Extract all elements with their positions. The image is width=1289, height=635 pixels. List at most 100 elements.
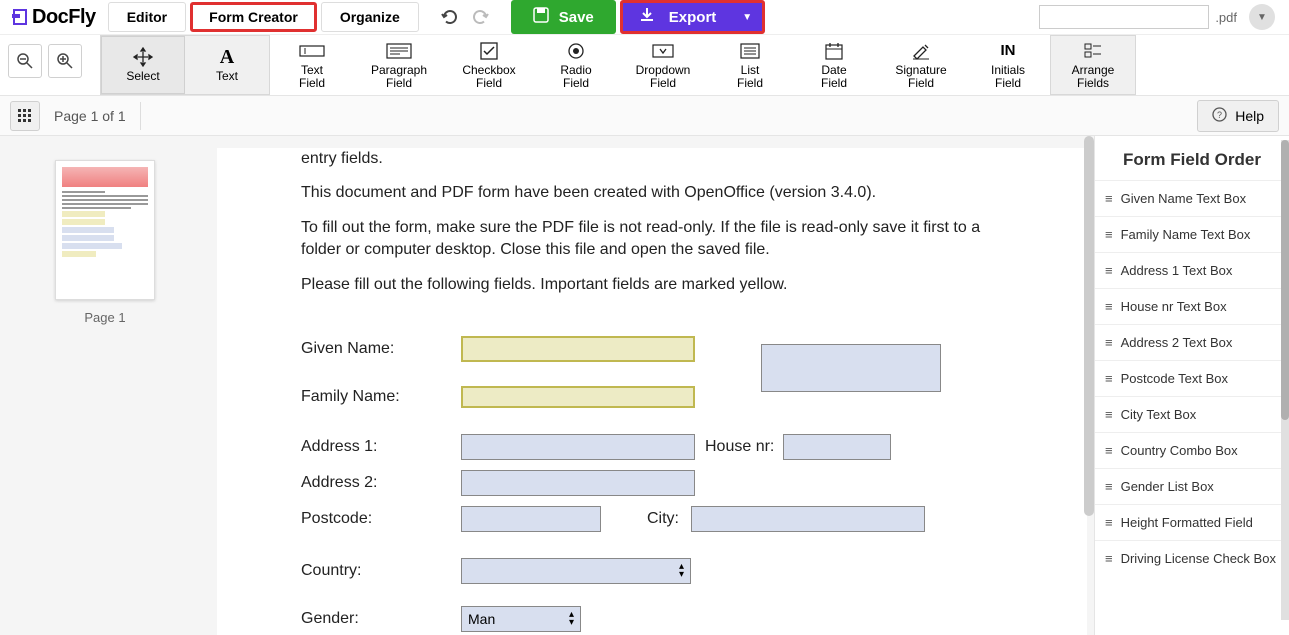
text-icon: A (220, 46, 234, 68)
thumbnail-label: Page 1 (84, 310, 125, 325)
field-order-item[interactable]: ≡Address 2 Text Box (1095, 324, 1289, 360)
field-order-item[interactable]: ≡ Country Combo Box (1095, 432, 1289, 468)
save-button[interactable]: Save (511, 0, 616, 34)
field-label: Address 1: (301, 438, 461, 456)
calendar-icon (825, 40, 843, 62)
export-label: Export (669, 9, 717, 26)
form-field-box[interactable] (761, 344, 941, 392)
zoom-out-button[interactable] (8, 44, 42, 78)
drag-icon: ≡ (1105, 407, 1113, 422)
city-field[interactable] (691, 506, 925, 532)
tool-label: Arrange Fields (1072, 64, 1115, 90)
tool-list-field[interactable]: List Field (708, 35, 792, 95)
given-name-field[interactable] (461, 336, 695, 362)
page-info-bar: Page 1 of 1 ? Help (0, 96, 1289, 136)
tool-text[interactable]: A Text (185, 36, 269, 94)
field-name: City Text Box (1121, 407, 1197, 422)
drag-icon: ≡ (1105, 299, 1113, 314)
field-label: House nr: (705, 438, 783, 456)
tool-initials-field[interactable]: IN Initials Field (966, 35, 1050, 95)
caret-down-icon: ▼ (742, 12, 752, 23)
drag-icon: ≡ (1105, 443, 1113, 458)
doc-text: Please fill out the following fields. Im… (301, 274, 1007, 296)
tool-paragraph-field[interactable]: Paragraph Field (354, 35, 444, 95)
field-label: Family Name: (301, 388, 461, 406)
paragraph-field-icon (386, 40, 412, 62)
help-button[interactable]: ? Help (1197, 100, 1279, 132)
drag-icon: ≡ (1105, 479, 1113, 494)
tab-form-creator[interactable]: Form Creator (190, 2, 317, 32)
save-icon (533, 7, 549, 27)
country-combo[interactable]: ▴▾ (461, 558, 691, 584)
export-button[interactable]: Export ▼ (620, 0, 765, 34)
field-name: Given Name Text Box (1121, 191, 1246, 206)
more-menu-button[interactable]: ▼ (1249, 4, 1275, 30)
document-viewer[interactable]: entry fields. This document and PDF form… (210, 136, 1094, 635)
address2-field[interactable] (461, 470, 695, 496)
tool-arrange-fields[interactable]: Arrange Fields (1051, 36, 1135, 94)
scrollbar[interactable] (1084, 136, 1094, 516)
field-order-item[interactable]: ≡Gender List Box (1095, 468, 1289, 504)
checkbox-icon (480, 40, 498, 62)
tool-signature-field[interactable]: Signature Field (876, 35, 966, 95)
field-order-item[interactable]: ≡Address 1 Text Box (1095, 252, 1289, 288)
field-order-item[interactable]: ≡Height Formatted Field (1095, 504, 1289, 540)
field-order-item[interactable]: ≡ Given Name Text Box (1095, 180, 1289, 216)
zoom-in-button[interactable] (48, 44, 82, 78)
logo-icon (12, 8, 30, 26)
field-order-item[interactable]: ≡ House nr Text Box (1095, 288, 1289, 324)
drag-icon: ≡ (1105, 335, 1113, 350)
tool-label: Signature Field (895, 64, 946, 90)
grid-icon (18, 109, 32, 123)
tools-ribbon: Select A Text Text Field Paragraph Field… (0, 34, 1289, 96)
tool-label: Paragraph Field (371, 64, 427, 90)
form-field-order-panel: Form Field Order ≡ Given Name Text Box ≡F… (1094, 136, 1289, 635)
undo-button[interactable] (435, 3, 463, 31)
field-order-item[interactable]: ≡ City Text Box (1095, 396, 1289, 432)
field-order-item[interactable]: ≡ Driving License Check Box (1095, 540, 1289, 576)
field-label: Country: (301, 562, 461, 580)
field-order-item[interactable]: ≡Postcode Text Box (1095, 360, 1289, 396)
thumbnail-column: Page 1 (0, 136, 210, 635)
page-thumbnail[interactable] (55, 160, 155, 300)
family-name-field[interactable] (461, 386, 695, 408)
field-name: Address 1 Text Box (1121, 263, 1233, 278)
drag-icon: ≡ (1105, 227, 1113, 242)
postcode-field[interactable] (461, 506, 601, 532)
doc-text: To fill out the form, make sure the PDF … (301, 217, 1007, 262)
window-scrollbar[interactable] (1281, 140, 1289, 620)
tool-dropdown-field[interactable]: Dropdown Field (618, 35, 708, 95)
document-page: entry fields. This document and PDF form… (217, 148, 1087, 635)
tab-editor[interactable]: Editor (108, 2, 186, 32)
help-label: Help (1235, 108, 1264, 124)
divider (140, 102, 141, 130)
tool-select[interactable]: Select (101, 36, 185, 94)
panel-title: Form Field Order (1095, 136, 1289, 180)
field-name: Country Combo Box (1121, 443, 1238, 458)
field-name: Driving License Check Box (1121, 551, 1276, 566)
field-label: Given Name: (301, 340, 461, 358)
tool-date-field[interactable]: Date Field (792, 35, 876, 95)
tab-organize[interactable]: Organize (321, 2, 419, 32)
field-order-item[interactable]: ≡Family Name Text Box (1095, 216, 1289, 252)
tool-label: Text (216, 70, 238, 83)
field-label: Gender: (301, 610, 461, 628)
thumbnail-grid-button[interactable] (10, 101, 40, 131)
field-name: House nr Text Box (1121, 299, 1227, 314)
tool-label: Checkbox Field (462, 64, 515, 90)
house-nr-field[interactable] (783, 434, 891, 460)
redo-button[interactable] (467, 3, 495, 31)
tool-text-field[interactable]: Text Field (270, 35, 354, 95)
filename-input[interactable] (1039, 5, 1209, 29)
drag-icon: ≡ (1105, 191, 1113, 206)
logo-text: DocFly (32, 6, 96, 29)
field-label: Address 2: (301, 474, 461, 492)
address1-field[interactable] (461, 434, 695, 460)
tool-checkbox-field[interactable]: Checkbox Field (444, 35, 534, 95)
gender-list[interactable]: Man ▴▾ (461, 606, 581, 632)
tool-label: Radio Field (560, 64, 591, 90)
tool-radio-field[interactable]: Radio Field (534, 35, 618, 95)
field-label: City: (647, 510, 691, 528)
drag-icon: ≡ (1105, 551, 1113, 566)
list-icon (740, 40, 760, 62)
